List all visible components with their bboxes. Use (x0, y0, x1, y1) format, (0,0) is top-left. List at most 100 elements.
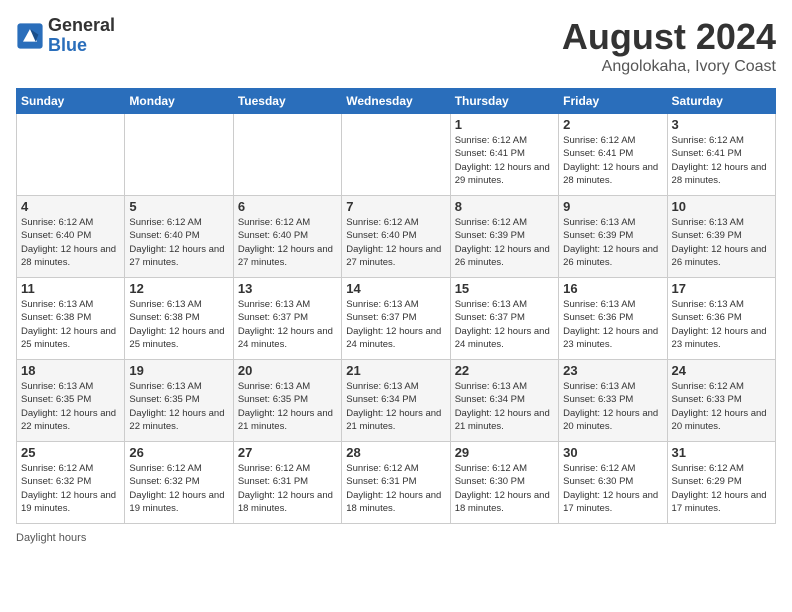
calendar-body: 1 Sunrise: 6:12 AM Sunset: 6:41 PM Dayli… (17, 114, 776, 524)
day-info: Sunrise: 6:13 AM Sunset: 6:34 PM Dayligh… (346, 380, 445, 433)
day-cell: 3 Sunrise: 6:12 AM Sunset: 6:41 PM Dayli… (667, 114, 775, 196)
day-info: Sunrise: 6:13 AM Sunset: 6:37 PM Dayligh… (346, 298, 445, 351)
day-number: 19 (129, 363, 228, 378)
day-number: 1 (455, 117, 554, 132)
day-cell: 15 Sunrise: 6:13 AM Sunset: 6:37 PM Dayl… (450, 278, 558, 360)
day-info: Sunrise: 6:13 AM Sunset: 6:34 PM Dayligh… (455, 380, 554, 433)
day-cell: 5 Sunrise: 6:12 AM Sunset: 6:40 PM Dayli… (125, 196, 233, 278)
day-number: 2 (563, 117, 662, 132)
day-info: Sunrise: 6:12 AM Sunset: 6:33 PM Dayligh… (672, 380, 771, 433)
day-number: 17 (672, 281, 771, 296)
day-cell: 29 Sunrise: 6:12 AM Sunset: 6:30 PM Dayl… (450, 442, 558, 524)
daylight-hours-label: Daylight hours (16, 532, 86, 544)
day-number: 18 (21, 363, 120, 378)
day-info: Sunrise: 6:12 AM Sunset: 6:29 PM Dayligh… (672, 462, 771, 515)
day-cell: 21 Sunrise: 6:13 AM Sunset: 6:34 PM Dayl… (342, 360, 450, 442)
day-cell: 27 Sunrise: 6:12 AM Sunset: 6:31 PM Dayl… (233, 442, 341, 524)
title-block: August 2024 Angolokaha, Ivory Coast (562, 16, 776, 76)
header-cell-monday: Monday (125, 89, 233, 114)
day-number: 14 (346, 281, 445, 296)
day-info: Sunrise: 6:13 AM Sunset: 6:35 PM Dayligh… (21, 380, 120, 433)
day-number: 15 (455, 281, 554, 296)
header-cell-wednesday: Wednesday (342, 89, 450, 114)
day-number: 10 (672, 199, 771, 214)
day-info: Sunrise: 6:13 AM Sunset: 6:37 PM Dayligh… (238, 298, 337, 351)
day-info: Sunrise: 6:13 AM Sunset: 6:38 PM Dayligh… (129, 298, 228, 351)
location: Angolokaha, Ivory Coast (562, 58, 776, 76)
day-cell (125, 114, 233, 196)
day-number: 8 (455, 199, 554, 214)
day-info: Sunrise: 6:13 AM Sunset: 6:38 PM Dayligh… (21, 298, 120, 351)
day-cell: 16 Sunrise: 6:13 AM Sunset: 6:36 PM Dayl… (559, 278, 667, 360)
calendar-table: SundayMondayTuesdayWednesdayThursdayFrid… (16, 88, 776, 524)
day-info: Sunrise: 6:12 AM Sunset: 6:40 PM Dayligh… (129, 216, 228, 269)
day-info: Sunrise: 6:13 AM Sunset: 6:37 PM Dayligh… (455, 298, 554, 351)
day-cell: 25 Sunrise: 6:12 AM Sunset: 6:32 PM Dayl… (17, 442, 125, 524)
day-cell: 18 Sunrise: 6:13 AM Sunset: 6:35 PM Dayl… (17, 360, 125, 442)
day-info: Sunrise: 6:12 AM Sunset: 6:41 PM Dayligh… (455, 134, 554, 187)
day-info: Sunrise: 6:12 AM Sunset: 6:41 PM Dayligh… (672, 134, 771, 187)
calendar-header: SundayMondayTuesdayWednesdayThursdayFrid… (17, 89, 776, 114)
day-number: 13 (238, 281, 337, 296)
day-cell: 9 Sunrise: 6:13 AM Sunset: 6:39 PM Dayli… (559, 196, 667, 278)
day-info: Sunrise: 6:13 AM Sunset: 6:39 PM Dayligh… (672, 216, 771, 269)
logo-icon (16, 22, 44, 50)
day-cell: 7 Sunrise: 6:12 AM Sunset: 6:40 PM Dayli… (342, 196, 450, 278)
day-number: 6 (238, 199, 337, 214)
week-row-3: 11 Sunrise: 6:13 AM Sunset: 6:38 PM Dayl… (17, 278, 776, 360)
day-number: 16 (563, 281, 662, 296)
day-number: 31 (672, 445, 771, 460)
day-cell: 28 Sunrise: 6:12 AM Sunset: 6:31 PM Dayl… (342, 442, 450, 524)
header-cell-thursday: Thursday (450, 89, 558, 114)
day-info: Sunrise: 6:12 AM Sunset: 6:31 PM Dayligh… (346, 462, 445, 515)
day-number: 28 (346, 445, 445, 460)
header-cell-sunday: Sunday (17, 89, 125, 114)
day-cell: 20 Sunrise: 6:13 AM Sunset: 6:35 PM Dayl… (233, 360, 341, 442)
day-cell: 24 Sunrise: 6:12 AM Sunset: 6:33 PM Dayl… (667, 360, 775, 442)
day-cell: 14 Sunrise: 6:13 AM Sunset: 6:37 PM Dayl… (342, 278, 450, 360)
page-header: General Blue August 2024 Angolokaha, Ivo… (16, 16, 776, 76)
week-row-5: 25 Sunrise: 6:12 AM Sunset: 6:32 PM Dayl… (17, 442, 776, 524)
day-number: 22 (455, 363, 554, 378)
month-year: August 2024 (562, 16, 776, 58)
day-cell: 13 Sunrise: 6:13 AM Sunset: 6:37 PM Dayl… (233, 278, 341, 360)
day-info: Sunrise: 6:13 AM Sunset: 6:35 PM Dayligh… (238, 380, 337, 433)
day-info: Sunrise: 6:13 AM Sunset: 6:35 PM Dayligh… (129, 380, 228, 433)
day-number: 24 (672, 363, 771, 378)
day-cell: 10 Sunrise: 6:13 AM Sunset: 6:39 PM Dayl… (667, 196, 775, 278)
day-cell: 6 Sunrise: 6:12 AM Sunset: 6:40 PM Dayli… (233, 196, 341, 278)
logo: General Blue (16, 16, 115, 56)
day-info: Sunrise: 6:12 AM Sunset: 6:32 PM Dayligh… (129, 462, 228, 515)
day-number: 3 (672, 117, 771, 132)
day-info: Sunrise: 6:12 AM Sunset: 6:32 PM Dayligh… (21, 462, 120, 515)
day-number: 26 (129, 445, 228, 460)
day-cell: 17 Sunrise: 6:13 AM Sunset: 6:36 PM Dayl… (667, 278, 775, 360)
day-number: 23 (563, 363, 662, 378)
day-cell: 11 Sunrise: 6:13 AM Sunset: 6:38 PM Dayl… (17, 278, 125, 360)
day-cell: 22 Sunrise: 6:13 AM Sunset: 6:34 PM Dayl… (450, 360, 558, 442)
week-row-1: 1 Sunrise: 6:12 AM Sunset: 6:41 PM Dayli… (17, 114, 776, 196)
day-info: Sunrise: 6:12 AM Sunset: 6:40 PM Dayligh… (346, 216, 445, 269)
day-cell: 12 Sunrise: 6:13 AM Sunset: 6:38 PM Dayl… (125, 278, 233, 360)
logo-general-text: General (48, 16, 115, 36)
day-number: 29 (455, 445, 554, 460)
header-cell-friday: Friday (559, 89, 667, 114)
day-cell: 30 Sunrise: 6:12 AM Sunset: 6:30 PM Dayl… (559, 442, 667, 524)
day-info: Sunrise: 6:12 AM Sunset: 6:30 PM Dayligh… (455, 462, 554, 515)
logo-blue-text: Blue (48, 36, 115, 56)
week-row-2: 4 Sunrise: 6:12 AM Sunset: 6:40 PM Dayli… (17, 196, 776, 278)
header-cell-tuesday: Tuesday (233, 89, 341, 114)
day-cell (17, 114, 125, 196)
week-row-4: 18 Sunrise: 6:13 AM Sunset: 6:35 PM Dayl… (17, 360, 776, 442)
day-number: 12 (129, 281, 228, 296)
header-cell-saturday: Saturday (667, 89, 775, 114)
day-cell: 19 Sunrise: 6:13 AM Sunset: 6:35 PM Dayl… (125, 360, 233, 442)
day-cell: 31 Sunrise: 6:12 AM Sunset: 6:29 PM Dayl… (667, 442, 775, 524)
day-info: Sunrise: 6:13 AM Sunset: 6:36 PM Dayligh… (672, 298, 771, 351)
day-cell: 2 Sunrise: 6:12 AM Sunset: 6:41 PM Dayli… (559, 114, 667, 196)
day-info: Sunrise: 6:13 AM Sunset: 6:39 PM Dayligh… (563, 216, 662, 269)
legend: Daylight hours (16, 532, 776, 544)
day-number: 9 (563, 199, 662, 214)
day-cell: 26 Sunrise: 6:12 AM Sunset: 6:32 PM Dayl… (125, 442, 233, 524)
day-info: Sunrise: 6:12 AM Sunset: 6:40 PM Dayligh… (238, 216, 337, 269)
